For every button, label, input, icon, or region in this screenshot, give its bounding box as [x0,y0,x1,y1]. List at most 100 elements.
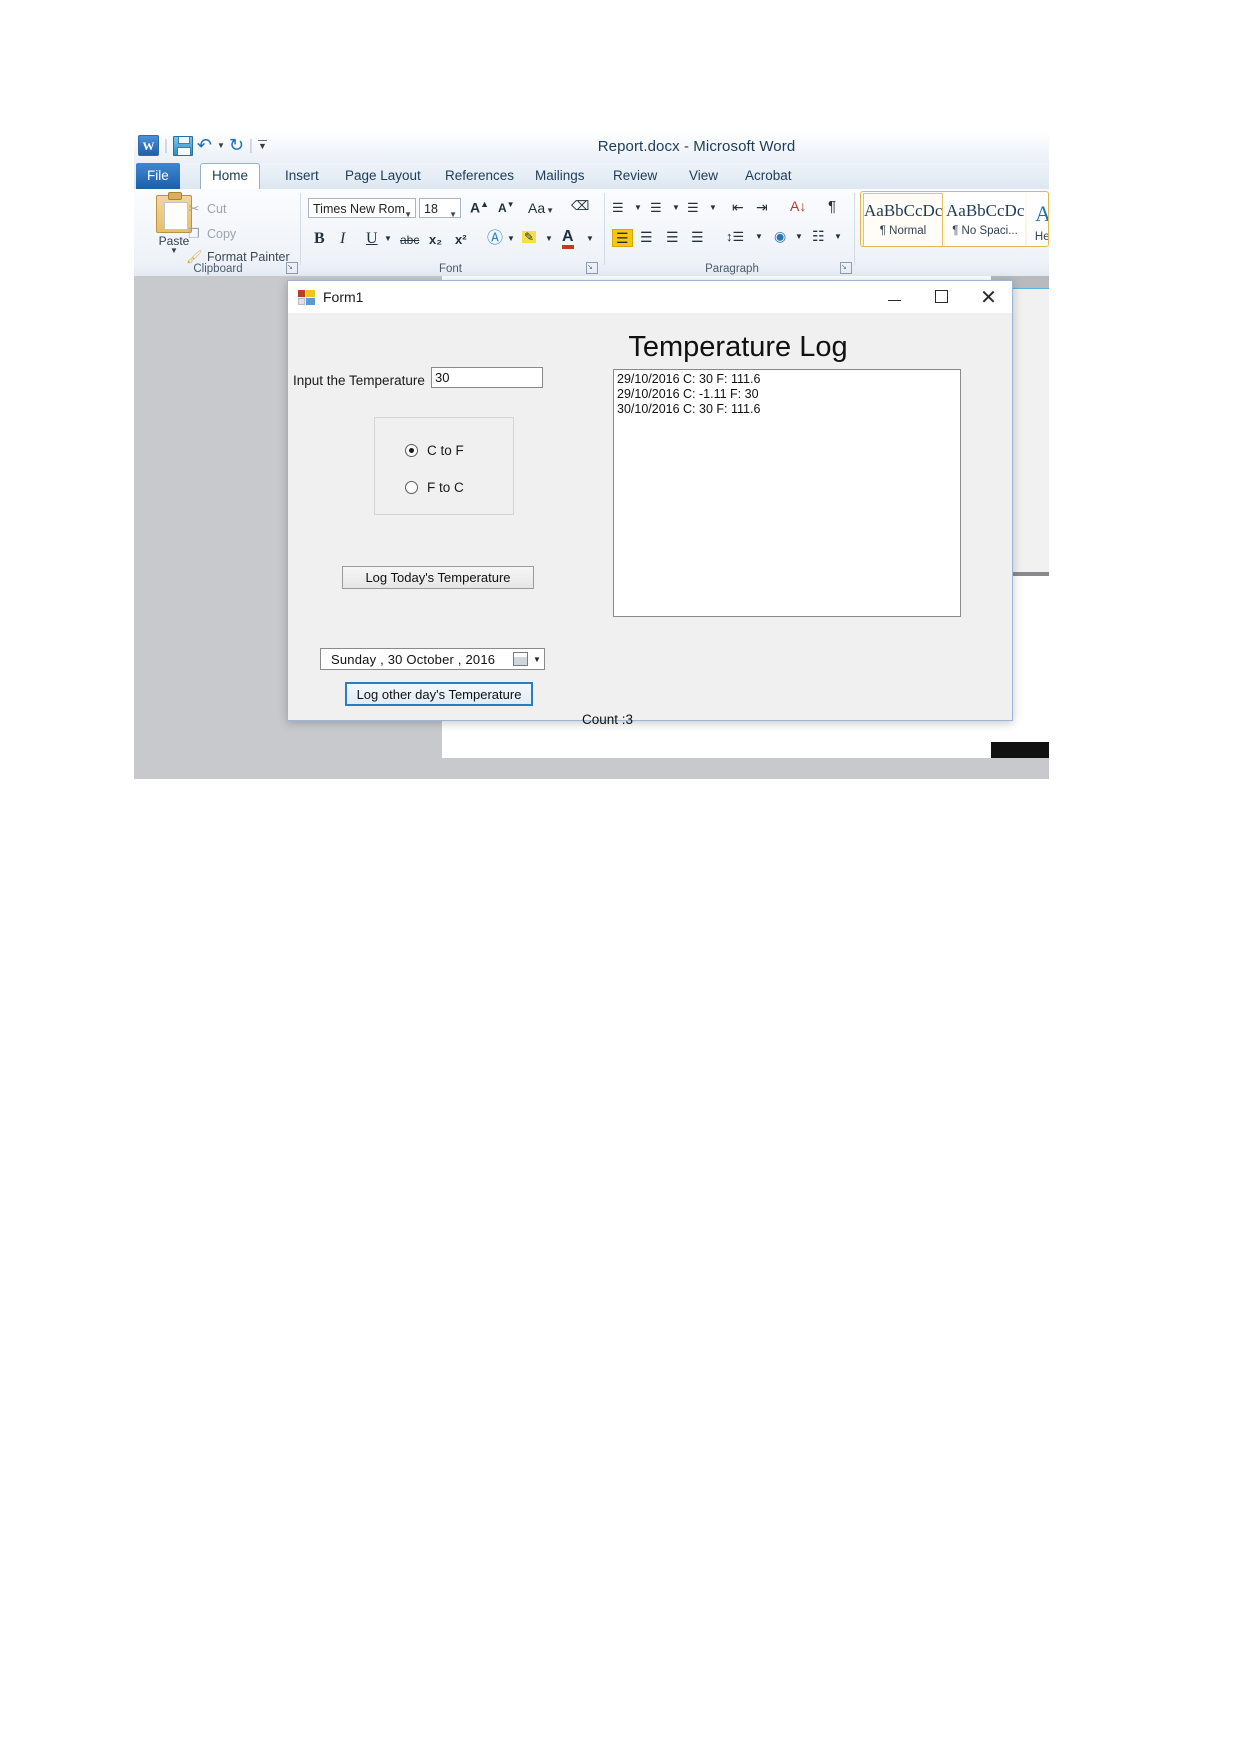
radio-f-to-c[interactable]: F to C [405,480,464,495]
shading-dropdown-icon[interactable]: ▼ [795,233,803,241]
tab-home[interactable]: Home [200,163,261,191]
align-right-icon[interactable]: ☰ [666,230,679,244]
font-color-icon[interactable]: A [562,229,574,249]
increase-indent-icon[interactable]: ⇥ [756,200,768,214]
cut-button[interactable]: ✂ Cut [186,201,227,217]
word-document-title: Report.docx - Microsoft Word [597,138,796,155]
date-picker-value: Sunday , 30 October , 2016 [331,651,496,667]
bullets-dropdown-icon[interactable]: ▼ [634,204,642,212]
font-name-input[interactable]: Times New Rom ▼ [308,198,416,219]
clear-formatting-icon[interactable]: ⌫ [571,199,589,212]
italic-button[interactable]: I [340,231,345,247]
underline-dropdown-icon[interactable]: ▼ [384,235,392,243]
list-item[interactable]: 29/10/2016 C: 30 F: 111.6 [617,372,960,387]
line-spacing-dropdown-icon[interactable]: ▼ [755,233,763,241]
show-formatting-marks-icon[interactable]: ¶ [828,199,836,214]
change-case-button[interactable]: Aa▼ [528,201,554,215]
close-icon[interactable]: ✕ [965,281,1012,312]
tab-mailings[interactable]: Mailings [524,163,596,189]
grow-font-button[interactable]: A▲ [470,200,489,215]
temperature-log-list[interactable]: 29/10/2016 C: 30 F: 111.6 29/10/2016 C: … [613,369,961,617]
highlight-icon[interactable]: ✎ [522,231,537,243]
radio-c-to-f[interactable]: C to F [405,443,464,458]
text-effects-icon[interactable]: Ⓐ [487,231,503,247]
tab-acrobat[interactable]: Acrobat [734,163,803,189]
line-spacing-icon[interactable]: ↕☰ [726,230,744,243]
calendar-icon[interactable] [513,652,528,666]
winforms-icon [298,289,315,305]
font-dialog-launcher[interactable]: ↘ [586,262,598,274]
font-group-label: Font [438,263,462,275]
style-heading-name: He… [1034,231,1049,243]
grow-font-label: A [470,199,481,216]
form1-window[interactable]: Form1 ✕ Temperature Log Input the Temper… [287,280,1013,727]
sort-icon[interactable]: A↓ [790,199,806,213]
list-item[interactable]: 29/10/2016 C: -1.11 F: 30 [617,387,960,402]
shrink-font-button[interactable]: A▼ [498,201,515,215]
multilevel-list-icon[interactable]: ☰ [687,201,699,214]
font-name-dropdown-icon[interactable]: ▼ [404,205,412,225]
radio-f-to-c-label: F to C [427,480,464,495]
tab-references[interactable]: References [434,163,525,189]
font-color-dropdown-icon[interactable]: ▼ [586,235,594,243]
multilevel-dropdown-icon[interactable]: ▼ [709,204,717,212]
date-picker[interactable]: Sunday , 30 October , 2016 ▼ [320,648,545,670]
strikethrough-button[interactable]: abc [400,234,419,246]
count-label: Count :3 [582,712,634,727]
font-size-input[interactable]: 18 ▼ [419,198,461,219]
highlight-dropdown-icon[interactable]: ▼ [545,235,553,243]
align-left-icon[interactable]: ☰ [612,229,633,247]
text-effects-dropdown-icon[interactable]: ▼ [507,235,515,243]
minimize-icon[interactable] [871,281,918,312]
subscript-button[interactable]: x₂ [429,233,442,246]
style-normal[interactable]: AaBbCcDc ¶ Normal [863,193,943,246]
page-root: W | ↶ ▼ ↻ | ▼ Report.docx - Microsoft Wo… [0,0,1241,1754]
list-item[interactable]: 30/10/2016 C: 30 F: 111.6 [617,402,960,417]
scissors-icon: ✂ [188,201,200,216]
shading-icon[interactable]: ◉ [774,229,786,243]
chevron-down-icon[interactable]: ▼ [530,655,544,664]
clipboard-dialog-launcher[interactable]: ↘ [286,262,298,274]
borders-icon[interactable]: ☷ [812,229,825,243]
style-no-spacing-sample: AaBbCcDc [946,201,1024,220]
font-size-dropdown-icon[interactable]: ▼ [449,205,457,225]
radio-c-to-f-label: C to F [427,443,464,458]
tab-review[interactable]: Review [602,163,668,189]
radio-c-to-f-indicator[interactable] [405,444,418,457]
font-name-value: Times New Rom [313,202,405,216]
ribbon-tab-strip[interactable]: File Home Insert Page Layout References … [134,163,1049,191]
bold-button[interactable]: B [314,231,325,247]
borders-dropdown-icon[interactable]: ▼ [834,233,842,241]
align-center-icon[interactable]: ☰ [640,230,653,244]
maximize-icon[interactable] [918,281,965,312]
style-no-spacing[interactable]: AaBbCcDc ¶ No Spaci... [945,193,1025,246]
decrease-indent-icon[interactable]: ⇤ [732,200,744,214]
page-title: Temperature Log [628,331,848,363]
tab-insert[interactable]: Insert [274,163,330,189]
temperature-input[interactable]: 30 [431,367,543,388]
paragraph-dialog-launcher[interactable]: ↘ [840,262,852,274]
change-case-label: Aa [528,200,546,216]
log-other-day-button[interactable]: Log other day's Temperature [345,682,533,706]
underline-button[interactable]: U [366,231,378,247]
document-black-bar [991,742,1049,758]
numbering-icon[interactable]: ☰ [650,201,662,214]
styles-gallery[interactable]: AaBbCcDc ¶ Normal AaBbCcDc ¶ No Spaci...… [860,191,1049,247]
ribbon: Paste ▼ ✂ Cut ❐ Copy 🖌 Format Painter Cl… [134,189,1049,277]
radio-f-to-c-indicator[interactable] [405,481,418,494]
copy-label: Copy [207,227,237,241]
log-today-button[interactable]: Log Today's Temperature [342,566,534,589]
tab-file[interactable]: File [136,163,180,189]
form1-window-buttons[interactable]: ✕ [871,281,1012,312]
copy-button[interactable]: ❐ Copy [186,226,236,242]
form1-body: Temperature Log Input the Temperature 30… [288,313,1012,727]
group-divider-1 [300,193,301,265]
tab-page-layout[interactable]: Page Layout [334,163,432,189]
style-heading[interactable]: Aa He… [1027,193,1049,246]
justify-icon[interactable]: ☰ [691,230,704,244]
bullets-icon[interactable]: ☰ [612,201,624,214]
form1-title-bar[interactable]: Form1 ✕ [288,281,1012,313]
numbering-dropdown-icon[interactable]: ▼ [672,204,680,212]
superscript-button[interactable]: x² [455,233,467,246]
tab-view[interactable]: View [678,163,729,189]
